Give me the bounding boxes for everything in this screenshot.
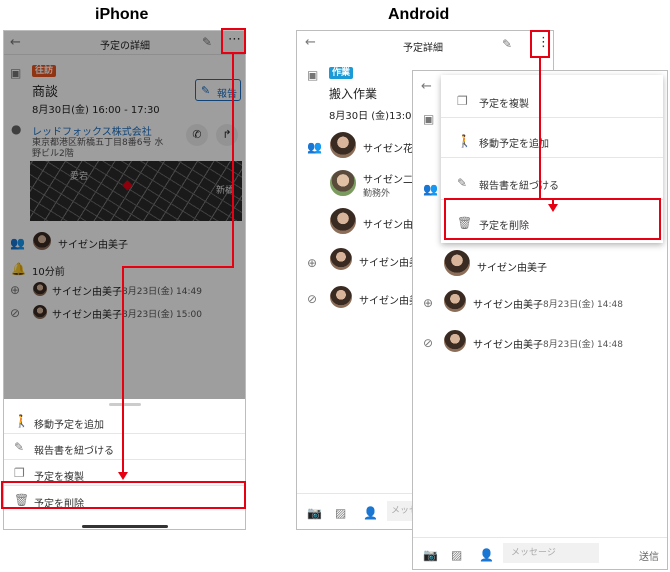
avatar — [329, 285, 353, 309]
image-icon[interactable]: ▨ — [451, 549, 462, 561]
walk-add-icon: 🚶 — [457, 134, 472, 148]
camera-icon[interactable]: 📷 — [423, 549, 438, 561]
created-icon: ⊕ — [423, 296, 434, 310]
edited-icon: ⊘ — [307, 292, 318, 306]
person-add-icon[interactable]: 👤 — [479, 549, 494, 561]
sheet-handle[interactable] — [109, 403, 141, 406]
annotation-arrowhead — [118, 472, 128, 480]
avatar — [329, 169, 357, 197]
menu-duplicate[interactable]: 予定を複製 — [479, 95, 529, 110]
avatar — [329, 247, 353, 271]
annotation-line — [122, 266, 124, 474]
history-name: サイゼン由美 — [359, 296, 419, 307]
image-icon[interactable]: ▨ — [335, 507, 346, 519]
action-sheet: 🚶 移動予定を追加 ✎ 報告書を紐づける ❐ 予定を複製 🗑 予定を削除 — [4, 399, 245, 529]
sheet-divider — [4, 433, 245, 434]
history-time: 8月23日(金) 14:48 — [543, 340, 623, 350]
home-indicator — [82, 525, 168, 528]
calendar-icon: ▣ — [423, 112, 435, 126]
sheet-add-move[interactable]: 移動予定を追加 — [34, 416, 104, 431]
avatar — [329, 131, 357, 159]
composer-divider — [413, 537, 667, 538]
back-arrow-icon[interactable]: ← — [305, 36, 316, 49]
highlight-delete-item — [444, 198, 661, 240]
edited-icon: ⊘ — [423, 336, 434, 350]
iphone-screen: ← 予定の詳細 ✎ ⋯ ▣ 往訪 商談 8月30日(金) 16:00 - 17:… — [3, 30, 246, 530]
menu-divider — [441, 117, 663, 118]
attendee-name: サイゼン由美子 — [477, 263, 547, 274]
walk-add-icon: 🚶 — [14, 414, 29, 428]
send-button[interactable]: 送信 — [639, 548, 659, 563]
people-icon: 👥 — [307, 140, 322, 154]
highlight-more-button — [221, 28, 246, 54]
pencil-icon[interactable]: ✎ — [502, 38, 512, 50]
created-icon: ⊕ — [307, 256, 318, 270]
event-title: 搬入作業 — [329, 87, 378, 101]
avatar — [329, 207, 357, 235]
android-title: Android — [388, 6, 450, 23]
copy-icon: ❐ — [457, 94, 468, 108]
iphone-title: iPhone — [95, 6, 149, 23]
annotation-line — [232, 54, 234, 268]
history-time: 8月23日(金) 14:48 — [543, 300, 623, 310]
report-link-icon: ✎ — [14, 440, 25, 454]
copy-icon: ❐ — [14, 466, 25, 480]
history-name: サイゼン由美子 — [473, 340, 543, 351]
event-datetime: 8月30日 (金)13:00 - — [329, 111, 425, 122]
report-link-icon: ✎ — [457, 176, 468, 190]
camera-icon[interactable]: 📷 — [307, 507, 322, 519]
page-title: 予定詳細 — [403, 43, 443, 54]
sheet-divider — [4, 459, 245, 460]
people-icon: 👥 — [423, 182, 438, 196]
avatar — [443, 249, 471, 277]
avatar — [443, 289, 467, 313]
menu-link-report[interactable]: 報告書を紐づける — [479, 177, 559, 192]
highlight-more-button — [530, 30, 550, 58]
back-arrow-icon[interactable]: ← — [421, 80, 432, 93]
history-name: サイゼン由美 — [359, 258, 419, 269]
attendee-status: 勤務外 — [363, 189, 391, 199]
event-tag: 作業 — [329, 67, 354, 79]
calendar-icon: ▣ — [307, 68, 319, 82]
annotation-line — [539, 58, 541, 200]
sheet-link-report[interactable]: 報告書を紐づける — [34, 442, 114, 457]
highlight-delete-item — [1, 481, 246, 509]
message-input[interactable]: メッセージ — [503, 543, 599, 563]
annotation-line — [122, 266, 234, 268]
person-add-icon[interactable]: 👤 — [363, 507, 378, 519]
history-name: サイゼン由美子 — [473, 300, 543, 311]
menu-divider — [441, 157, 663, 158]
avatar — [443, 329, 467, 353]
dim-overlay[interactable] — [4, 31, 245, 399]
